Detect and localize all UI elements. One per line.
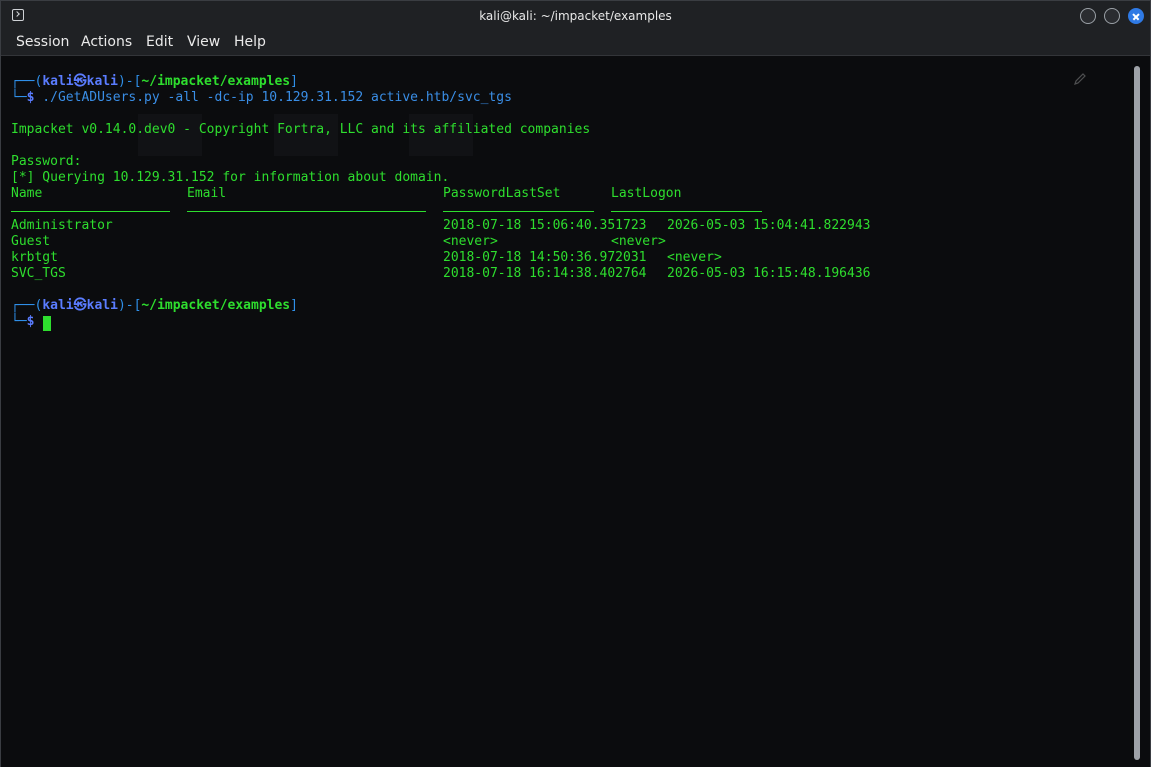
prompt-line-top: ┌──(kali㉿kali)-[~/impacket/examples] (11, 74, 298, 89)
header-name: Name (11, 186, 43, 201)
user-host: kali㉿kali (42, 74, 118, 89)
header-underline (611, 211, 762, 212)
row-last-logon: 2026-05-03 16:15:48.196436 (667, 266, 871, 281)
row-name: krbtgt (11, 250, 58, 265)
row-name: Guest (11, 234, 51, 249)
prompt-line-command: └─$ ./GetADUsers.py -all -dc-ip 10.129.3… (11, 90, 512, 105)
menu-session[interactable]: Session (16, 34, 69, 50)
terminal-window: kali@kali: ~/impacket/examples Session A… (0, 0, 1151, 767)
row-last-logon: 2026-05-03 15:04:41.822943 (667, 218, 871, 233)
menu-bar: Session Actions Edit View Help (1, 31, 1150, 56)
row-name: SVC_TGS (11, 266, 66, 281)
header-underline (11, 211, 170, 212)
header-underline (187, 211, 426, 212)
header-password-last-set: PasswordLastSet (443, 186, 561, 201)
pencil-icon[interactable] (1073, 72, 1087, 86)
header-underline (443, 211, 594, 212)
text-cursor[interactable] (43, 316, 51, 331)
command-text: ./GetADUsers.py -all -dc-ip 10.129.31.15… (34, 90, 512, 105)
current-path: ~/impacket/examples (141, 74, 291, 89)
window-title: kali@kali: ~/impacket/examples (479, 9, 672, 23)
menu-actions[interactable]: Actions (81, 34, 132, 50)
row-name: Administrator (11, 218, 113, 233)
row-password-last-set: 2018-07-18 15:06:40.351723 (443, 218, 647, 233)
title-bar[interactable]: kali@kali: ~/impacket/examples (1, 1, 1150, 31)
row-password-last-set: <never> (443, 234, 498, 249)
user-host: kali㉿kali (42, 298, 118, 313)
prompt-line-input: └─$ (11, 314, 35, 329)
scrollbar-thumb[interactable] (1134, 66, 1140, 760)
terminal-output[interactable]: ┌──(kali㉿kali)-[~/impacket/examples] └─$… (1, 56, 1150, 767)
menu-help[interactable]: Help (234, 34, 266, 50)
scrollbar[interactable] (1134, 66, 1140, 760)
prompt-line-top: ┌──(kali㉿kali)-[~/impacket/examples] (11, 298, 298, 313)
maximize-button[interactable] (1104, 8, 1120, 24)
menu-edit[interactable]: Edit (146, 34, 173, 50)
banner-text: Impacket v0.14.0.dev0 - Copyright Fortra… (11, 122, 591, 137)
row-password-last-set: 2018-07-18 16:14:38.402764 (443, 266, 647, 281)
current-path: ~/impacket/examples (141, 298, 291, 313)
row-last-logon: <never> (611, 234, 666, 249)
header-last-logon: LastLogon (611, 186, 682, 201)
close-button[interactable] (1128, 8, 1144, 24)
row-last-logon: <never> (667, 250, 722, 265)
password-prompt: Password: (11, 154, 82, 169)
minimize-button[interactable] (1080, 8, 1096, 24)
querying-status: [*] Querying 10.129.31.152 for informati… (11, 170, 450, 185)
header-email: Email (187, 186, 227, 201)
menu-view[interactable]: View (187, 34, 220, 50)
row-password-last-set: 2018-07-18 14:50:36.972031 (443, 250, 647, 265)
